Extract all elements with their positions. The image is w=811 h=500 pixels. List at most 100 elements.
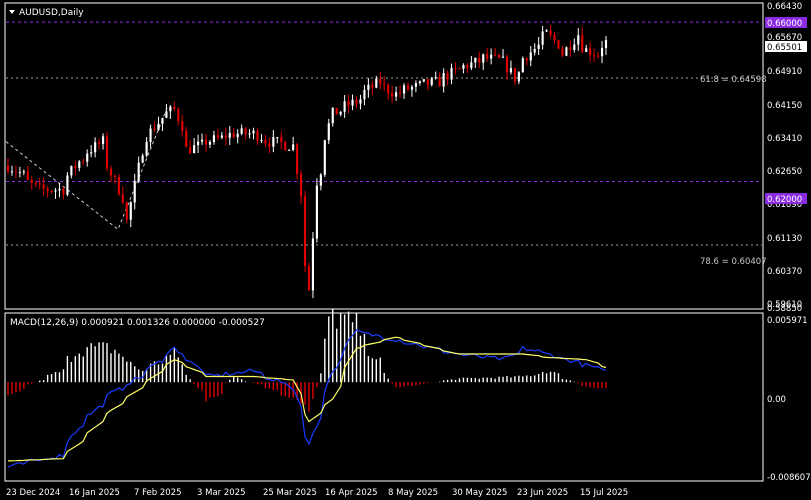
candle-body	[494, 54, 497, 56]
candle-body	[387, 85, 390, 94]
candle-body	[521, 58, 524, 73]
candle-body	[42, 184, 45, 189]
candle-body	[593, 55, 596, 57]
candle-body	[577, 35, 580, 45]
time-label: 8 May 2025	[388, 488, 438, 498]
macd-tick: 0.005971	[767, 316, 808, 326]
time-label: 3 Mar 2025	[197, 488, 245, 498]
candle-body	[244, 128, 247, 135]
candle-body	[288, 149, 291, 151]
candle-body	[486, 54, 489, 59]
candle-body	[30, 179, 33, 183]
candle-body	[315, 185, 318, 239]
candle-body	[561, 48, 564, 56]
candle-body	[161, 117, 164, 124]
candle-body	[446, 73, 449, 80]
candle-body	[371, 84, 374, 88]
candle-body	[256, 130, 259, 141]
candle-body	[74, 165, 77, 169]
candle-body	[224, 135, 227, 138]
candle-body	[375, 78, 378, 88]
candle-body	[216, 135, 219, 138]
candle-body	[105, 136, 109, 169]
candle-body	[438, 77, 441, 87]
candle-body	[264, 139, 267, 144]
candle-body	[398, 92, 402, 94]
candle-body	[363, 89, 366, 100]
candle-body	[197, 141, 200, 146]
candle-body	[204, 139, 208, 145]
candle-body	[553, 34, 556, 41]
candle-body	[82, 161, 85, 163]
candle-body	[153, 128, 156, 130]
candle-body	[359, 99, 362, 104]
candle-body	[557, 40, 560, 49]
candle-body	[292, 144, 295, 150]
candle-body	[327, 123, 330, 141]
candle-body	[272, 137, 275, 147]
candle-body	[58, 188, 61, 191]
candle-body	[248, 133, 251, 135]
candle-body	[466, 65, 469, 69]
level-tag-066-text: 0.66000	[767, 19, 802, 29]
candle-body	[220, 135, 223, 138]
candle-body	[252, 130, 255, 134]
candle-body	[596, 55, 600, 57]
candle-body	[185, 131, 188, 148]
candle-body	[490, 54, 493, 59]
candle-body	[335, 107, 338, 115]
candle-body	[509, 68, 513, 73]
candle-body	[311, 238, 315, 291]
candle-body	[284, 141, 287, 151]
candle-body	[149, 128, 152, 142]
candle-body	[319, 174, 322, 186]
candle-body	[585, 48, 588, 52]
candle-body	[62, 188, 65, 195]
candle-body	[533, 48, 536, 53]
candle-body	[549, 30, 552, 35]
candle-body	[470, 62, 473, 69]
candle-body	[78, 161, 81, 169]
candle-body	[193, 145, 196, 154]
candle-body	[18, 172, 21, 174]
candle-body	[268, 143, 271, 147]
price-tick: 0.64910	[767, 67, 802, 77]
candle-body	[86, 153, 89, 162]
candle-body	[505, 56, 509, 73]
candle-body	[418, 81, 421, 84]
candle-body	[70, 165, 73, 176]
candle-body	[280, 137, 283, 142]
candle-body	[22, 171, 25, 173]
candle-body	[212, 135, 216, 142]
candle-body	[343, 101, 346, 112]
candle-body	[10, 171, 14, 173]
candle-body	[50, 190, 53, 192]
candle-body	[125, 202, 128, 220]
price-tick: 0.64150	[767, 101, 802, 111]
time-label: 25 Mar 2025	[263, 488, 317, 498]
candle-body	[339, 111, 342, 115]
macd-label: MACD(12,26,9) 0.000921 0.001326 0.000000…	[10, 318, 265, 328]
candle-body	[589, 48, 592, 56]
candle-body	[94, 142, 97, 153]
trading-chart[interactable]: AUDUSD,Daily MACD(12,26,9) 0.000921 0.00…	[0, 0, 811, 500]
price-tick: 0.63410	[767, 134, 802, 144]
candle-body	[34, 182, 37, 184]
candle-body	[395, 92, 398, 97]
candle-body	[454, 67, 457, 69]
candle-body	[529, 52, 532, 61]
candle-body	[482, 54, 485, 63]
candle-body	[6, 165, 10, 172]
candle-body	[347, 101, 350, 106]
price-tick: 0.60370	[767, 267, 802, 277]
candle-body	[537, 44, 540, 49]
candle-body	[402, 85, 406, 94]
time-label: 16 Jan 2025	[69, 488, 120, 498]
candle-body	[545, 30, 548, 32]
candle-body	[600, 47, 604, 57]
candle-body	[129, 202, 132, 220]
candle-body	[422, 79, 425, 82]
candle-body	[173, 106, 176, 110]
candle-body	[355, 99, 358, 104]
candle-body	[236, 133, 239, 138]
